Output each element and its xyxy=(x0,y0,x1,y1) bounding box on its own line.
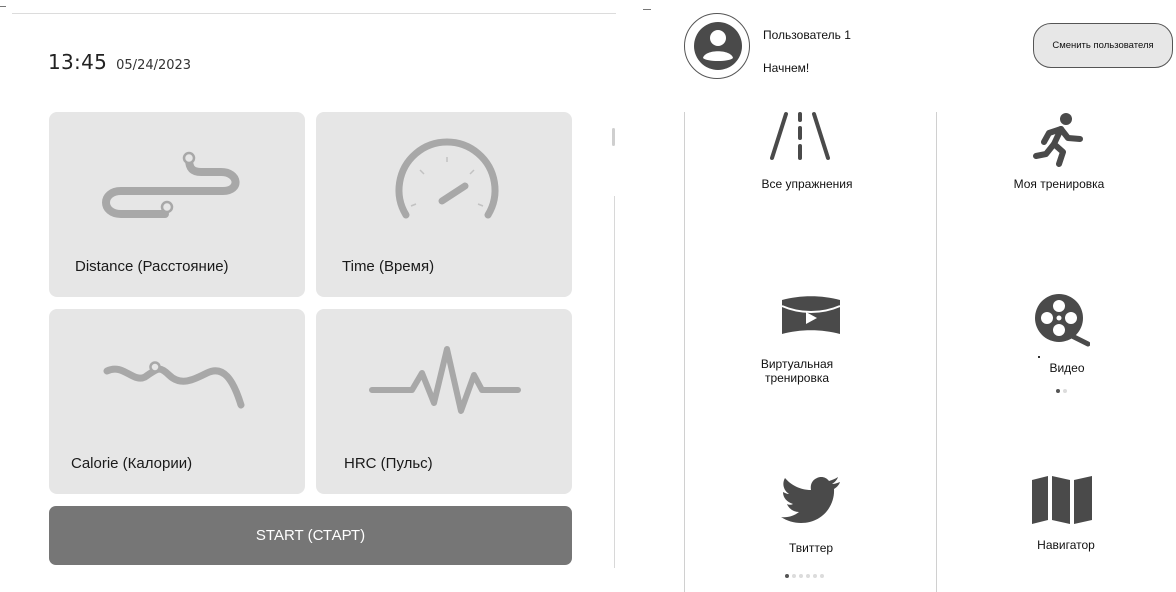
panel-edge-divider xyxy=(614,196,615,568)
distance-tile[interactable]: Distance (Расстояние) xyxy=(49,112,305,297)
running-man-icon[interactable] xyxy=(1030,112,1090,168)
app-label-navigator[interactable]: Навигатор xyxy=(976,538,1156,552)
corner-tick xyxy=(643,9,651,10)
clock-time: 13:45 xyxy=(48,50,108,74)
app-label-all-exercises[interactable]: Все упражнения xyxy=(717,177,897,191)
grid-divider xyxy=(684,112,685,592)
video-pager-dots[interactable] xyxy=(1056,389,1067,393)
app-label-video[interactable]: Видео xyxy=(977,361,1157,375)
page-dot[interactable] xyxy=(813,574,817,578)
app-label-twitter[interactable]: Твиттер xyxy=(721,541,901,555)
page-dot[interactable] xyxy=(806,574,810,578)
road-icon[interactable] xyxy=(768,110,832,162)
time-label: Time (Время) xyxy=(342,258,435,275)
route-icon xyxy=(102,151,240,218)
greeting-text: Начнем! xyxy=(763,61,810,75)
clock: 13:45 05/24/2023 xyxy=(48,50,191,74)
pixel-mark xyxy=(1038,356,1040,358)
calorie-label: Calorie (Калории) xyxy=(71,455,193,472)
map-icon[interactable] xyxy=(1030,474,1094,526)
film-reel-icon[interactable] xyxy=(1030,292,1090,348)
panel-edge-handle xyxy=(612,128,615,146)
app-launcher: Пользователь 1 Начнем! Сменить пользоват… xyxy=(630,0,1176,592)
panorama-video-icon[interactable] xyxy=(780,294,842,342)
pager-dot[interactable] xyxy=(1063,389,1067,393)
page-dot[interactable] xyxy=(799,574,803,578)
hrc-tile[interactable]: HRC (Пульс) xyxy=(316,309,572,494)
app-label-my-workout[interactable]: Моя тренировка xyxy=(969,177,1149,191)
grid-divider xyxy=(936,112,937,592)
time-tile[interactable]: Time (Время) xyxy=(316,112,572,297)
user-avatar-icon xyxy=(694,22,742,70)
hrc-label: HRC (Пульс) xyxy=(344,455,433,472)
page-indicator-dots[interactable] xyxy=(785,574,824,578)
heartbeat-icon xyxy=(369,346,521,414)
workout-dashboard: 13:45 05/24/2023 Distance (Расстояние) T… xyxy=(0,0,630,592)
clock-date: 05/24/2023 xyxy=(116,58,192,73)
start-button[interactable]: START (СТАРТ) xyxy=(49,506,572,565)
corner-tick xyxy=(0,6,6,7)
speedometer-icon xyxy=(395,138,499,219)
page-dot[interactable] xyxy=(792,574,796,578)
user-avatar[interactable] xyxy=(684,13,750,79)
user-name: Пользователь 1 xyxy=(763,28,851,42)
page-dot-active[interactable] xyxy=(785,574,789,578)
top-divider xyxy=(12,13,616,14)
distance-label: Distance (Расстояние) xyxy=(75,258,229,275)
pager-dot-active[interactable] xyxy=(1056,389,1060,393)
wavy-path-icon xyxy=(103,361,245,409)
switch-user-button[interactable]: Сменить пользователя xyxy=(1033,23,1173,68)
calorie-tile[interactable]: Calorie (Калории) xyxy=(49,309,305,494)
twitter-bird-icon[interactable] xyxy=(778,474,844,530)
app-label-virtual-workout[interactable]: Виртуальная тренировка xyxy=(732,357,862,385)
page-dot[interactable] xyxy=(820,574,824,578)
